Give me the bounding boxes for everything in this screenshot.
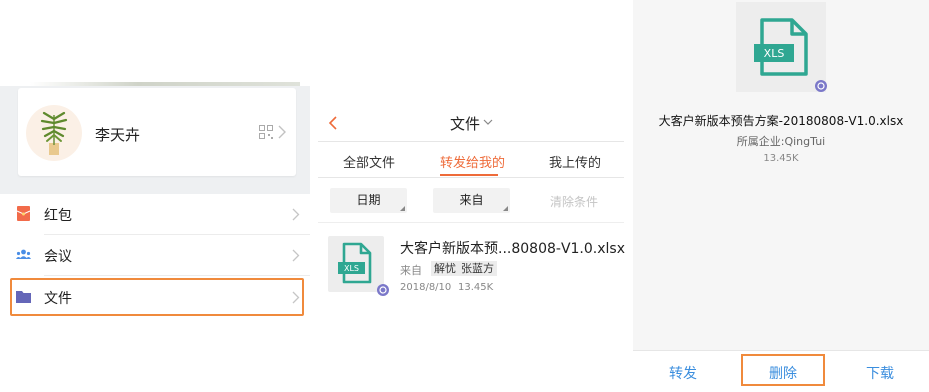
file-size: 13.45K: [458, 282, 494, 293]
file-date: 2018/8/10: [400, 282, 452, 293]
menu-label: 红包: [44, 208, 72, 224]
active-tab-indicator: [440, 174, 498, 176]
filter-label: 日期: [356, 193, 381, 207]
file-size: 13.45K: [763, 153, 799, 164]
shared-badge-icon: [815, 80, 827, 92]
page-title[interactable]: 文件: [450, 113, 480, 134]
profile-card[interactable]: 李天卉: [18, 88, 296, 176]
menu-divider: [44, 275, 310, 276]
bottom-action-bar: 转发 删除 下载: [633, 350, 929, 392]
file-preview-thumbnail: XLS: [736, 2, 826, 92]
date-filter-dropdown[interactable]: 日期: [330, 188, 407, 213]
delete-highlight-box: [741, 354, 825, 386]
file-thumbnail: XLS: [328, 236, 384, 292]
from-filter-dropdown[interactable]: 来自: [433, 188, 510, 213]
file-type-label: XLS: [764, 47, 785, 60]
file-name: 大客户新版本预告方案-20180808-V1.0.xlsx: [658, 114, 904, 128]
divider: [318, 222, 624, 223]
xls-file-icon: XLS: [754, 18, 808, 76]
plant-avatar-icon: [40, 111, 68, 155]
tab-forwarded-to-me[interactable]: 转发给我的: [440, 152, 505, 171]
qr-code-icon[interactable]: [259, 125, 273, 139]
files-highlight-box: [10, 278, 304, 316]
chevron-right-icon: [292, 208, 300, 221]
menu-item-red-envelope[interactable]: 红包: [0, 194, 310, 234]
file-company: 所属企业:QingTui: [736, 135, 826, 148]
download-button[interactable]: 下载: [866, 363, 894, 383]
divider: [318, 141, 624, 142]
file-detail-panel: XLS 大客户新版本预告方案-20180808-V1.0.xlsx 所属企业:Q…: [633, 0, 929, 392]
file-list-panel: 文件 全部文件 转发给我的 我上传的 日期 来自 清除条件 XLS 大客户新版本…: [318, 0, 625, 392]
divider: [318, 177, 624, 178]
meeting-people-icon: [16, 249, 31, 259]
xls-file-icon: XLS: [338, 242, 372, 284]
dropdown-corner-icon: [503, 206, 508, 211]
avatar: [26, 105, 82, 161]
dropdown-corner-icon: [400, 206, 405, 211]
menu-item-meeting[interactable]: 会议: [0, 235, 310, 275]
profile-menu-panel: 李天卉 红包 会议 文件: [0, 0, 310, 392]
forward-button[interactable]: 转发: [669, 363, 697, 383]
sender-tag: 张蓝方: [458, 261, 497, 276]
red-envelope-icon: [16, 206, 31, 221]
shared-badge-icon: [377, 284, 389, 296]
filter-label: 来自: [459, 193, 484, 207]
back-arrow-icon[interactable]: [328, 116, 338, 130]
sender-tag: 解忧: [431, 261, 459, 276]
clear-filters-button[interactable]: 清除条件: [550, 193, 598, 210]
profile-name: 李天卉: [95, 126, 141, 144]
chevron-right-icon: [292, 249, 300, 262]
chevron-right-icon: [278, 125, 286, 139]
tab-my-uploads[interactable]: 我上传的: [549, 152, 601, 171]
file-type-label: XLS: [344, 264, 359, 273]
tab-all-files[interactable]: 全部文件: [343, 152, 395, 171]
menu-label: 会议: [44, 249, 72, 265]
from-label: 来自: [400, 264, 422, 277]
chevron-down-icon[interactable]: [483, 119, 493, 126]
file-name: 大客户新版本预...80808-V1.0.xlsx: [400, 241, 625, 257]
